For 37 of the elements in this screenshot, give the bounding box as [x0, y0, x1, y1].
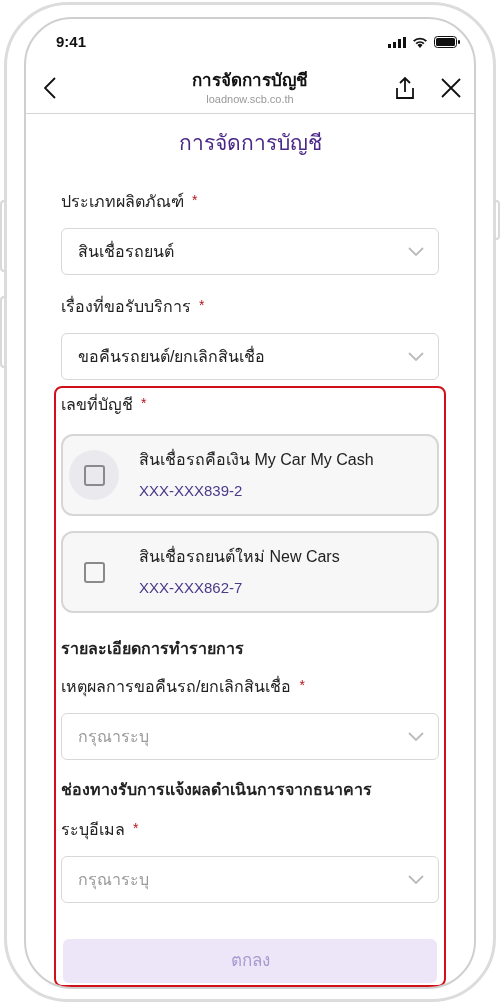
field-label: เหตุผลการขอคืนรถ/ยกเลิกสินเชื่อ — [61, 675, 292, 699]
battery-icon — [434, 36, 460, 49]
checkbox[interactable] — [83, 561, 105, 583]
signal-icon — [388, 36, 406, 48]
field-label: ประเภทผลิตภัณฑ์ — [61, 191, 184, 212]
share-button[interactable] — [394, 75, 416, 102]
dropdown-field[interactable]: ขอคืนรถยนต์/ยกเลิกสินเชื่อ — [61, 333, 439, 380]
section-heading: รายละเอียดการทำรายการ — [61, 639, 245, 659]
status-time: 9:41 — [56, 32, 87, 53]
required-mark: * — [133, 818, 139, 838]
field-label: ระบุอีเมล — [61, 820, 125, 842]
account-card[interactable]: สินเชื่อรถคือเงิน My Car My Cash XXX-XXX839-2 — [61, 434, 439, 516]
field-label: เรื่องที่ขอรับบริการ — [61, 295, 191, 317]
back-icon — [44, 77, 56, 100]
field-label: เลขที่บัญชี — [61, 393, 133, 416]
share-icon — [395, 76, 415, 101]
account-name: สินเชื่อรถยนต์ใหม่ New Cars — [139, 545, 340, 567]
account-card[interactable]: สินเชื่อรถยนต์ใหม่ New Cars XXX-XXX862-7 — [61, 531, 439, 613]
chevron-down-icon — [408, 246, 424, 257]
chevron-down-icon — [408, 874, 424, 885]
account-number: XXX-XXX862-7 — [139, 577, 244, 598]
required-mark: * — [299, 675, 305, 695]
header-title: การจัดการบัญชี — [192, 70, 308, 93]
section-heading: ช่องทางรับการแจ้งผลดำเนินการจากธนาคาร — [61, 780, 373, 800]
page-url: loadnow.scb.co.th — [206, 92, 294, 107]
wifi-icon — [412, 36, 428, 49]
account-number: XXX-XXX839-2 — [139, 480, 244, 501]
close-icon — [441, 78, 461, 99]
chevron-down-icon — [408, 731, 424, 742]
page-title: การจัดการบัญชี — [178, 130, 322, 157]
account-name: สินเชื่อรถคือเงิน My Car My Cash — [139, 448, 374, 470]
required-mark: * — [141, 393, 147, 413]
dropdown-field[interactable]: สินเชื่อรถยนต์ — [61, 228, 439, 275]
checkbox[interactable] — [83, 464, 105, 486]
required-mark: * — [192, 190, 198, 210]
required-mark: * — [199, 295, 205, 315]
chevron-down-icon — [408, 351, 424, 362]
